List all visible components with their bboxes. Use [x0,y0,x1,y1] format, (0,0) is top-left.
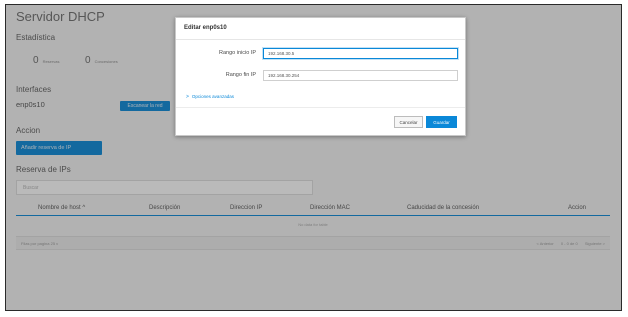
advanced-options-label: Opciones avanzadas [191,94,234,99]
ip-range-end-input[interactable]: 192.168.30.254 [263,70,458,81]
dialog-title: Editar enp0s10 [176,18,465,40]
advanced-options-toggle[interactable]: > Opciones avanzadas [186,94,234,100]
cancel-button[interactable]: Cancelar [394,116,423,128]
ip-range-start-label: Rango inicio IP [219,50,256,56]
chevron-right-icon: > [186,94,189,100]
dialog-footer: Cancelar Guardar [176,107,465,135]
window-frame: Servidor DHCP Estadística 0 Reservas 0 C… [5,4,622,311]
ip-range-start-input[interactable]: 192.168.30.5 [263,48,458,59]
save-button[interactable]: Guardar [426,116,457,128]
edit-interface-dialog: Editar enp0s10 Rango inicio IP 192.168.3… [175,17,466,136]
ip-range-end-label: Rango fin IP [225,72,256,78]
